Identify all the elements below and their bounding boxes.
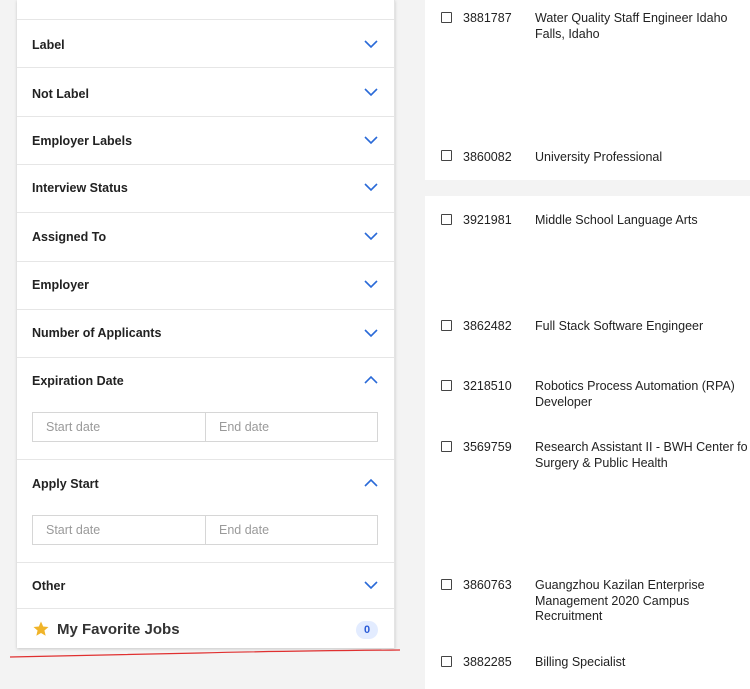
filter-row-label[interactable]: Label: [17, 20, 394, 68]
filter-label[interactable]: Apply Start: [32, 477, 99, 491]
apply-start-date-input[interactable]: [33, 516, 205, 544]
favorite-jobs-title: My Favorite Jobs: [57, 621, 180, 638]
job-title-line: Surgery & Public Health: [535, 455, 668, 470]
job-title[interactable]: Research Assistant II - BWH Center fo Su…: [535, 440, 750, 471]
job-title[interactable]: Billing Specialist: [535, 655, 750, 671]
chevron-down-icon[interactable]: [362, 86, 380, 98]
filter-label: Employer Labels: [32, 134, 133, 148]
job-title[interactable]: University Professional: [535, 150, 750, 166]
job-title[interactable]: Guangzhou Kazilan Enterprise Management …: [535, 578, 750, 625]
filter-row-assigned-to[interactable]: Assigned To: [17, 213, 394, 262]
filter-label[interactable]: Expiration Date: [32, 374, 124, 388]
job-row[interactable]: 3882285 Billing Specialist: [425, 640, 750, 689]
filter-label: Interview Status: [32, 181, 128, 195]
job-title-line: University Professional: [535, 150, 663, 164]
job-title-line: Billing Specialist: [535, 655, 626, 669]
chevron-down-icon[interactable]: [362, 579, 380, 591]
chevron-down-icon[interactable]: [362, 38, 380, 50]
filter-row-not-label[interactable]: Not Label: [17, 68, 394, 117]
chevron-down-icon[interactable]: [362, 181, 380, 193]
job-checkbox[interactable]: [441, 380, 452, 391]
filter-label: Assigned To: [32, 230, 107, 244]
filter-label: Other: [32, 579, 66, 593]
job-id: 3218510: [463, 379, 512, 393]
job-checkbox[interactable]: [441, 441, 452, 452]
job-checkbox[interactable]: [441, 214, 452, 225]
filter-row-other[interactable]: Other: [17, 563, 394, 608]
job-checkbox[interactable]: [441, 656, 452, 667]
filter-label: Number of Applicants: [32, 326, 162, 340]
job-id: 3881787: [463, 11, 512, 25]
chevron-down-icon[interactable]: [362, 327, 380, 339]
job-checkbox[interactable]: [441, 12, 452, 23]
job-row[interactable]: 3862482 Full Stack Software Engingeer: [425, 300, 750, 360]
job-row[interactable]: 3860082 University Professional: [425, 134, 750, 180]
job-checkbox[interactable]: [441, 579, 452, 590]
job-title-line: Robotics Process Automation (RPA): [535, 379, 735, 393]
job-checkbox[interactable]: [441, 150, 452, 161]
job-id: 3569759: [463, 440, 512, 454]
job-row[interactable]: 3881787 Water Quality Staff Engineer Ida…: [425, 0, 750, 134]
job-row[interactable]: 3921981 Middle School Language Arts: [425, 196, 750, 300]
expiration-date-range: [32, 412, 378, 442]
job-id: 3921981: [463, 213, 512, 227]
job-title-line: Recruitment: [535, 609, 603, 623]
job-title[interactable]: Water Quality Staff Engineer Idaho Falls…: [535, 11, 750, 42]
job-id: 3860082: [463, 150, 512, 164]
filter-row-employer[interactable]: Employer: [17, 262, 394, 310]
job-checkbox[interactable]: [441, 320, 452, 331]
job-title-line: Research Assistant II - BWH Center fo: [535, 440, 748, 454]
job-title-line: Management 2020 Campus: [535, 593, 690, 608]
job-list: 3881787 Water Quality Staff Engineer Ida…: [425, 0, 750, 689]
job-id: 3862482: [463, 319, 512, 333]
expiration-start-date-input[interactable]: [33, 413, 205, 441]
job-row[interactable]: 3569759 Research Assistant II - BWH Cent…: [425, 426, 750, 566]
chevron-down-icon[interactable]: [362, 230, 380, 242]
filter-label: Not Label: [32, 87, 89, 101]
filter-row-interview-status[interactable]: Interview Status: [17, 165, 394, 213]
filter-label: Label: [32, 38, 65, 52]
chevron-up-icon[interactable]: [362, 374, 380, 386]
job-title-line: Water Quality Staff Engineer Idaho: [535, 11, 728, 25]
apply-start-date-range: [32, 515, 378, 545]
chevron-up-icon[interactable]: [362, 477, 380, 489]
filter-row-top-partial: [17, 0, 394, 20]
chevron-down-icon[interactable]: [362, 278, 380, 290]
job-title[interactable]: Robotics Process Automation (RPA) Develo…: [535, 379, 750, 410]
filter-row-employer-labels[interactable]: Employer Labels: [17, 117, 394, 165]
job-row[interactable]: 3860763 Guangzhou Kazilan Enterprise Man…: [425, 566, 750, 640]
filter-row-expiration-date: Expiration Date: [17, 358, 394, 460]
job-title-line: Falls, Idaho: [535, 26, 600, 41]
expiration-end-date-input[interactable]: [205, 413, 377, 441]
filter-panel: Label Not Label Employer Labels Intervie…: [17, 0, 395, 648]
job-id: 3882285: [463, 655, 512, 669]
job-title-line: Guangzhou Kazilan Enterprise: [535, 578, 705, 592]
filter-row-apply-start: Apply Start: [17, 460, 394, 563]
star-icon: [32, 620, 50, 638]
job-row[interactable]: 3218510 Robotics Process Automation (RPA…: [425, 360, 750, 426]
chevron-down-icon[interactable]: [362, 134, 380, 146]
filter-row-number-of-applicants[interactable]: Number of Applicants: [17, 310, 394, 358]
job-id: 3860763: [463, 578, 512, 592]
job-title-line: Developer: [535, 394, 592, 409]
filter-label: Employer: [32, 278, 89, 292]
job-title-line: Full Stack Software Engingeer: [535, 319, 704, 333]
apply-end-date-input[interactable]: [205, 516, 377, 544]
red-annotation-line: [9, 649, 401, 658]
job-title-line: Middle School Language Arts: [535, 213, 698, 227]
job-title[interactable]: Full Stack Software Engingeer: [535, 319, 750, 335]
favorite-count-badge: 0: [356, 621, 378, 639]
job-title[interactable]: Middle School Language Arts: [535, 213, 750, 229]
